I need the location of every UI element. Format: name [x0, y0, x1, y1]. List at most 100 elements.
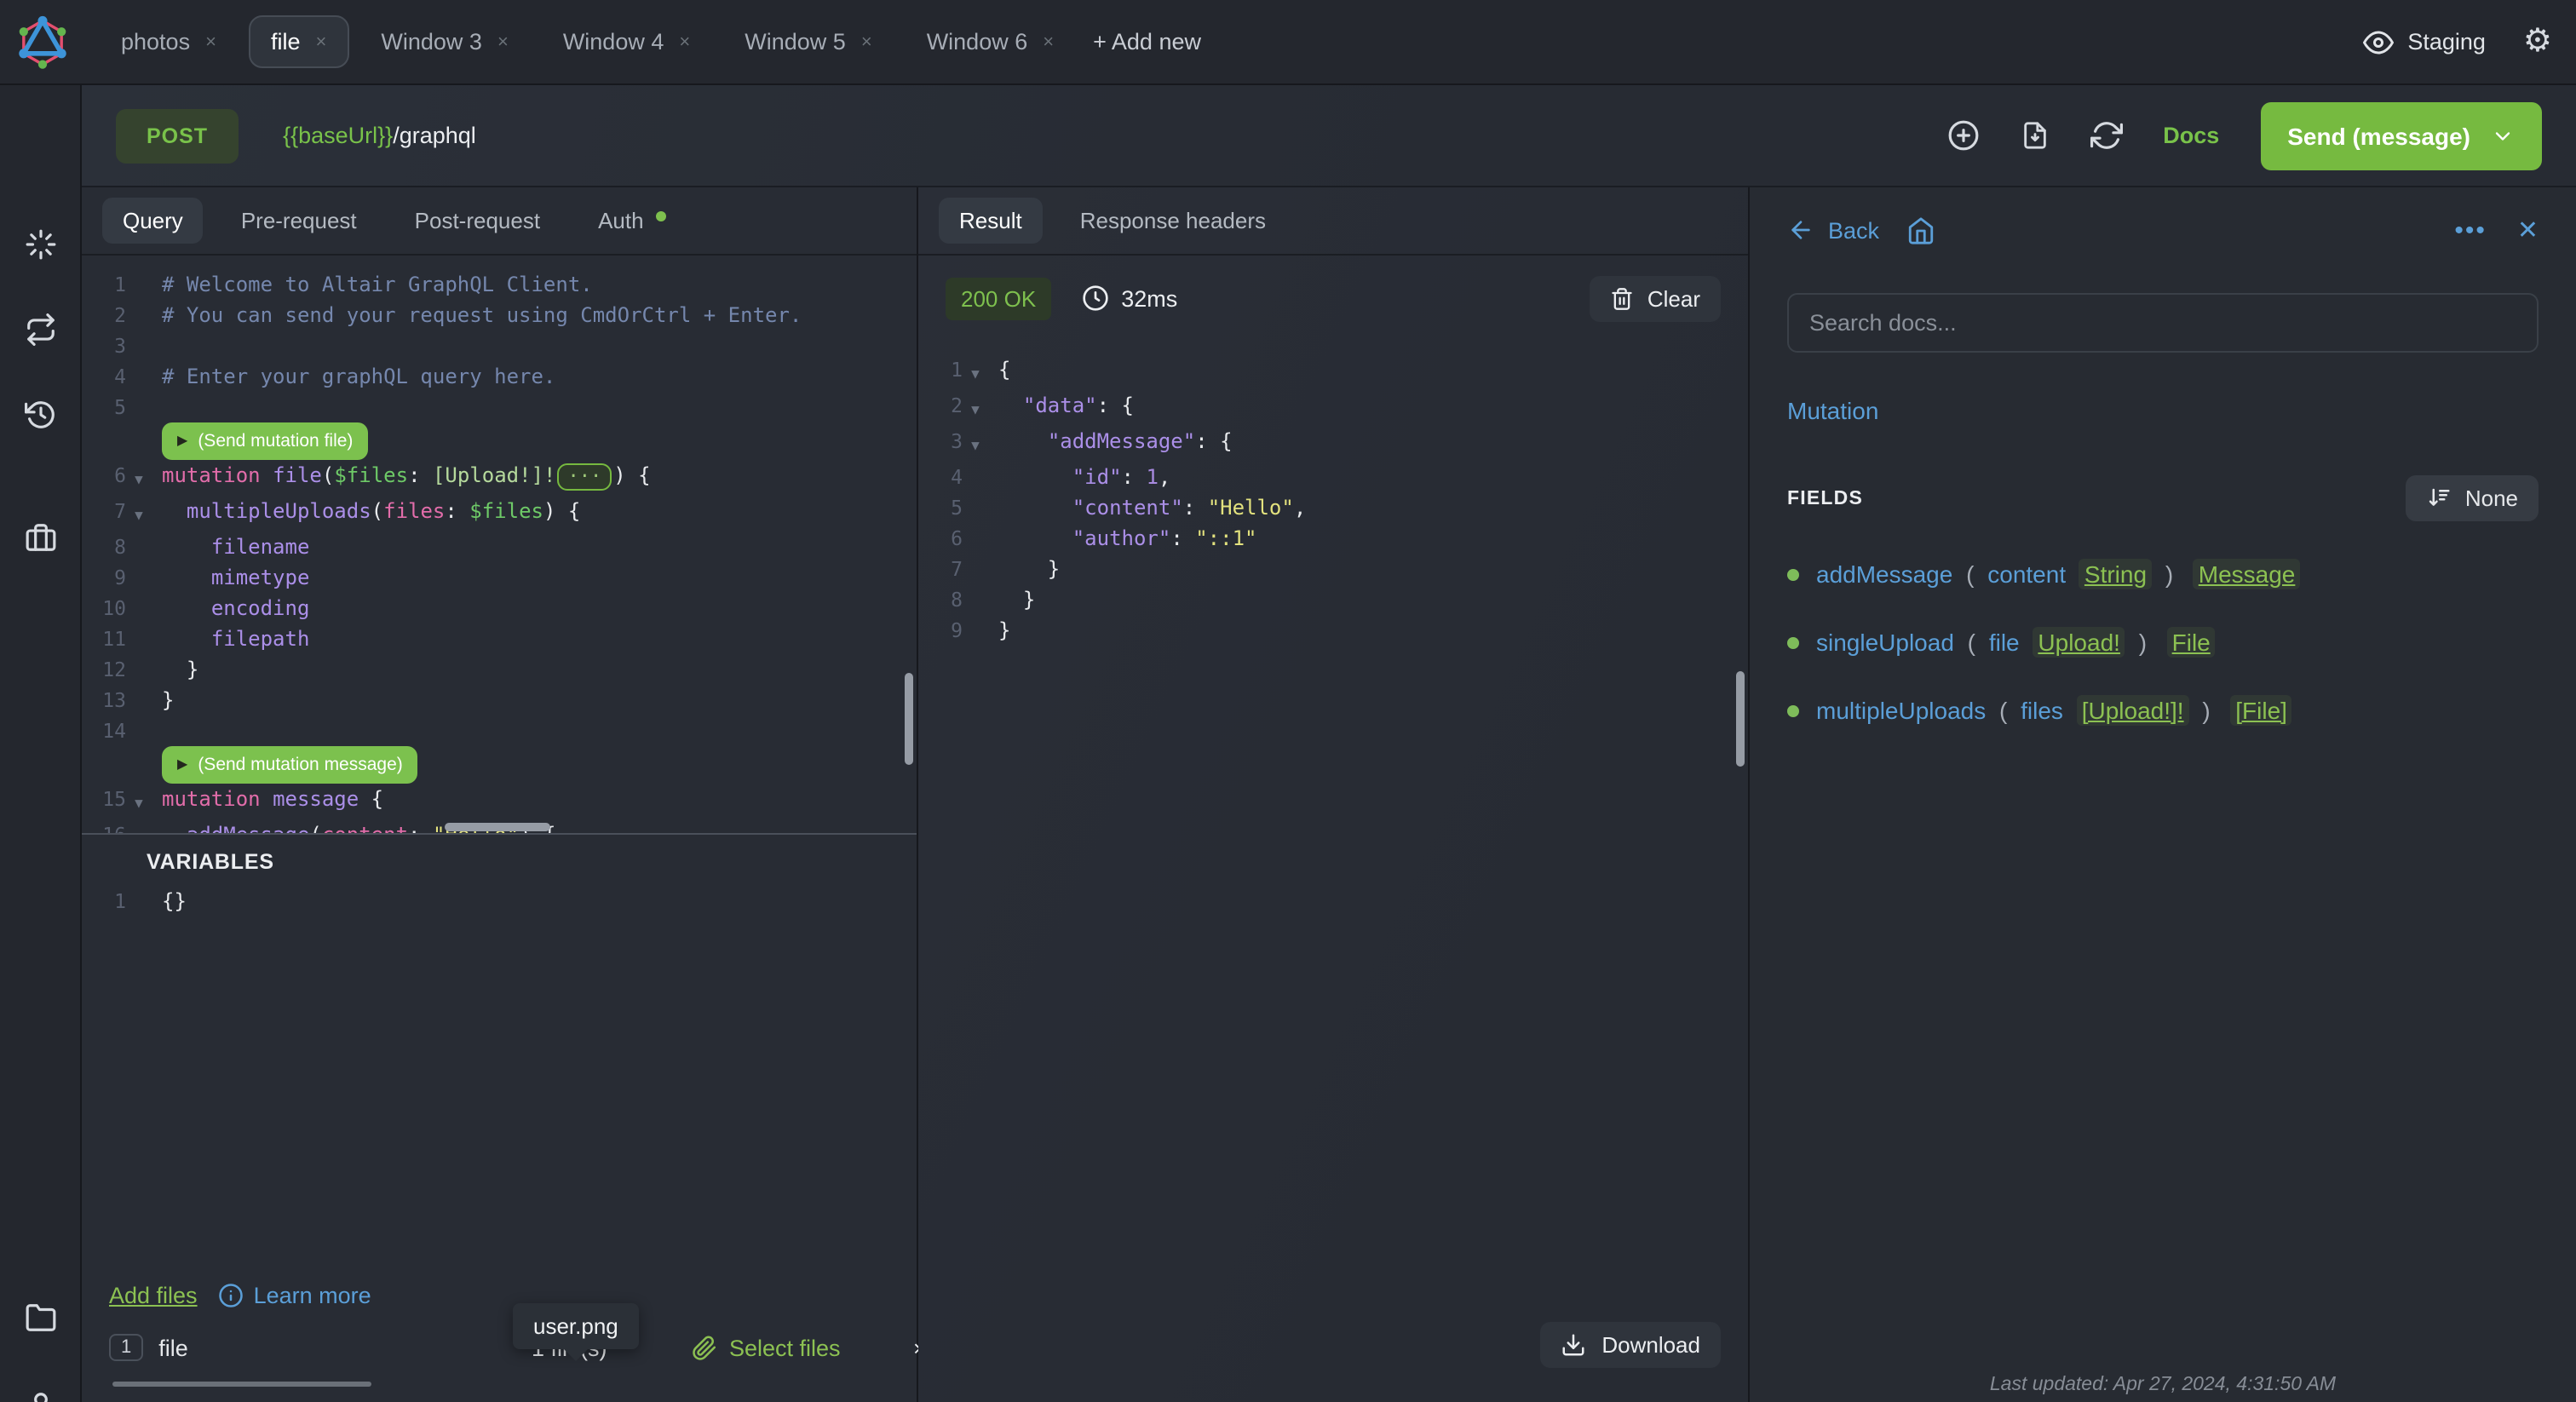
docs-type-link[interactable]: Mutation [1787, 397, 2539, 424]
settings-gear-icon[interactable]: ⚙ [2523, 26, 2552, 58]
window-tab-file[interactable]: file × [248, 15, 349, 68]
learn-more-link[interactable]: Learn more [218, 1283, 371, 1308]
collapsed-fragment-chip[interactable]: ··· [557, 463, 612, 491]
add-new-window-button[interactable]: + Add new [1093, 29, 1201, 55]
add-files-link[interactable]: Add files [109, 1283, 198, 1308]
history-icon[interactable] [24, 399, 56, 431]
send-mutation-button[interactable]: ▶ (Send mutation file) [162, 422, 369, 460]
fold-icon[interactable]: ▼ [126, 460, 152, 496]
return-type-link[interactable]: Message [2193, 559, 2301, 589]
query-tab-query[interactable]: Query [102, 198, 204, 244]
query-horizontal-scrollbar[interactable] [445, 823, 550, 831]
fold-icon [963, 462, 988, 492]
result-tab-response-headers[interactable]: Response headers [1060, 198, 1286, 244]
fold-icon[interactable]: ▼ [963, 354, 988, 390]
files-folder-icon[interactable] [24, 1301, 56, 1334]
export-file-icon[interactable] [2020, 119, 2049, 152]
query-editor[interactable]: 1 # Welcome to Altair GraphQL Client. 2 # Y… [82, 256, 917, 833]
send-request-button[interactable]: Send (message) [2260, 101, 2542, 170]
docs-toggle-button[interactable]: Docs [2163, 123, 2219, 148]
code-text: multipleUploads(files: $files) { [186, 499, 581, 523]
download-label: Download [1601, 1332, 1700, 1358]
query-vertical-scrollbar[interactable] [905, 673, 913, 765]
fold-icon[interactable]: ▼ [126, 784, 152, 819]
window-tab-label: Window 5 [745, 29, 846, 55]
code-text: "id": 1, [1072, 465, 1171, 489]
result-tab-result[interactable]: Result [939, 198, 1043, 244]
run-button-row: ▶ (Send mutation message) [82, 746, 917, 784]
code-line: 2 ▼ "data": { [918, 390, 1748, 426]
window-tab-window-5[interactable]: Window 5 × [722, 15, 894, 68]
return-type-link[interactable]: File [2166, 627, 2216, 658]
close-tab-icon[interactable]: × [861, 32, 872, 52]
fold-icon [963, 492, 988, 523]
variables-editor[interactable]: 1 {} [82, 886, 917, 916]
window-tab-window-4[interactable]: Window 4 × [541, 15, 712, 68]
environment-selector[interactable]: Staging [2363, 26, 2486, 57]
loader-icon[interactable] [24, 228, 56, 261]
code-line: 4 "id": 1, [918, 462, 1748, 492]
file-input-underline [112, 1382, 371, 1387]
field-name-link[interactable]: singleUpload [1816, 629, 1954, 656]
window-tab-window-6[interactable]: Window 6 × [905, 15, 1076, 68]
play-icon: ▶ [177, 756, 188, 772]
result-vertical-scrollbar[interactable] [1736, 671, 1745, 767]
query-tab-pre-request[interactable]: Pre-request [221, 198, 377, 244]
code-line: 9 mimetype [82, 562, 917, 593]
line-number: 13 [102, 688, 126, 712]
docs-close-button[interactable]: ✕ [2517, 215, 2539, 245]
sort-fields-button[interactable]: None [2405, 475, 2539, 521]
arg-type-link[interactable]: String [2079, 559, 2153, 589]
result-json-viewer[interactable]: 1 ▼{2 ▼ "data": {3 ▼ "addMessage": {4 "id":… [918, 341, 1748, 1402]
close-tab-icon[interactable]: × [205, 32, 216, 52]
window-tab-label: Window 3 [381, 29, 482, 55]
line-number: 2 [114, 303, 126, 327]
send-mutation-button[interactable]: ▶ (Send mutation message) [162, 746, 418, 784]
close-tab-icon[interactable]: × [497, 32, 509, 52]
query-tab-auth[interactable]: Auth [578, 198, 687, 244]
collections-briefcase-icon[interactable] [24, 521, 56, 554]
line-number: 6 [951, 526, 963, 550]
close-tab-icon[interactable]: × [1043, 32, 1054, 52]
response-status-row: 200 OK 32ms Clear [918, 256, 1748, 341]
docs-more-button[interactable]: ••• [2454, 215, 2487, 244]
result-panel-tabs: Result Response headers [918, 187, 1748, 256]
return-type-link[interactable]: [File] [2230, 695, 2292, 726]
repeat-icon[interactable] [24, 313, 56, 346]
add-plus-circle-icon[interactable] [1946, 119, 1979, 152]
query-tab-post-request[interactable]: Post-request [394, 198, 561, 244]
account-user-icon[interactable] [24, 1390, 56, 1402]
fold-icon[interactable]: ▼ [126, 819, 152, 833]
line-number: 10 [102, 596, 126, 620]
fold-icon[interactable]: ▼ [963, 390, 988, 426]
window-tab-window-3[interactable]: Window 3 × [359, 15, 530, 68]
environment-label: Staging [2407, 29, 2486, 55]
refresh-icon[interactable] [2090, 119, 2123, 152]
code-text: } [998, 557, 1061, 581]
fold-icon[interactable]: ▼ [126, 496, 152, 531]
code-text: "addMessage": { [1047, 429, 1233, 453]
file-param-name-input[interactable]: file [158, 1335, 188, 1360]
close-tab-icon[interactable]: × [679, 32, 690, 52]
arg-type-link[interactable]: [Upload!]! [2076, 695, 2189, 726]
field-name-link[interactable]: multipleUploads [1816, 697, 1986, 724]
field-name-link[interactable]: addMessage [1816, 560, 1952, 588]
altair-graphql-client: photos × file × Window 3 × Window 4 × Window 5 × W… [0, 0, 2576, 1402]
fold-icon[interactable]: ▼ [963, 426, 988, 462]
docs-home-icon[interactable] [1906, 215, 1935, 244]
select-files-button[interactable]: Select files [692, 1335, 841, 1360]
line-number: 1 [951, 358, 963, 382]
docs-search-input[interactable] [1787, 293, 2539, 353]
close-tab-icon[interactable]: × [316, 32, 327, 52]
docs-back-button[interactable]: Back [1787, 216, 1879, 244]
arg-type-link[interactable]: Upload! [2033, 627, 2125, 658]
variables-section: VARIABLES 1{} Add files Learn more 1 fil… [82, 833, 926, 1402]
line-number: 7 [951, 557, 963, 581]
window-tab-photos[interactable]: photos × [99, 15, 239, 68]
line-number: 15 [102, 787, 126, 811]
clear-result-button[interactable]: Clear [1589, 275, 1721, 321]
http-method-button[interactable]: POST [116, 108, 239, 163]
url-input[interactable]: {{baseUrl}}/graphql [283, 123, 476, 148]
query-tab-label: Query [123, 208, 183, 233]
download-result-button[interactable]: Download [1540, 1322, 1721, 1368]
